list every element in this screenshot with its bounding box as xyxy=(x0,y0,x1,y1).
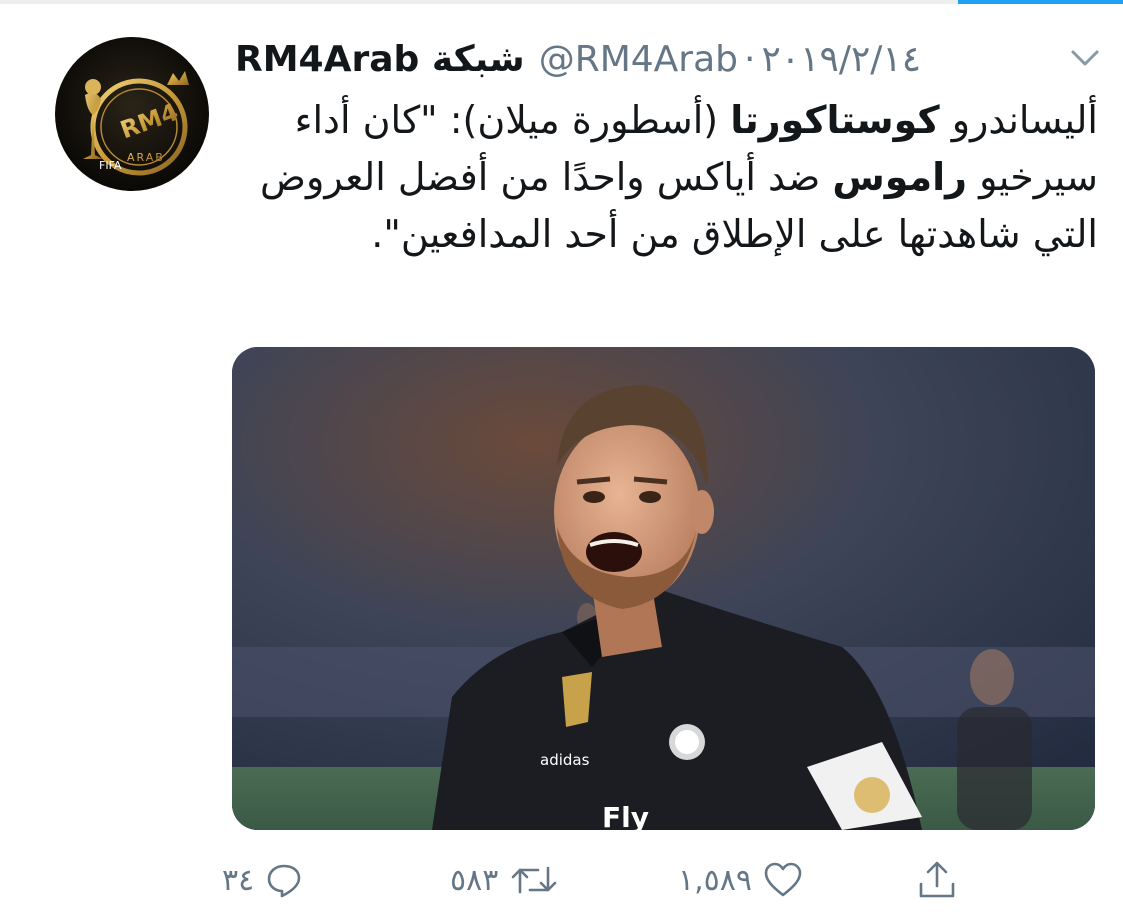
avatar-logo: FIFA RM4 ARAB xyxy=(83,71,189,176)
tweet-actions: ٣٤ ٥٨٣ ١,٥٨٩ xyxy=(0,850,1123,910)
share-button[interactable] xyxy=(915,850,959,910)
jersey-sponsor: Fly xyxy=(602,801,649,830)
mention-ramos: راموس xyxy=(832,155,968,199)
retweet-count: ٥٨٣ xyxy=(450,862,499,898)
tweet-header: شبكة RM4Arab @RM4Arab · ٢٠١٩/٢/١٤ xyxy=(235,34,921,84)
reply-button[interactable]: ٣٤ xyxy=(222,850,304,910)
heart-icon xyxy=(764,862,802,897)
reply-count: ٣٤ xyxy=(222,862,255,898)
share-icon xyxy=(919,861,955,898)
tweet-text: أليساندرو كوستاكورتا (أسطورة ميلان): "كا… xyxy=(235,92,1098,263)
tweet-date[interactable]: ٢٠١٩/٢/١٤ xyxy=(761,39,921,80)
avatar[interactable]: FIFA RM4 ARAB xyxy=(55,37,209,191)
chevron-down-icon[interactable] xyxy=(1067,44,1103,72)
brand-text: adidas xyxy=(540,751,590,769)
author-handle[interactable]: @RM4Arab xyxy=(539,39,738,80)
reply-icon xyxy=(267,864,301,898)
tweet[interactable]: FIFA RM4 ARAB شبكة RM4Arab @RM4Arab · ٢٠… xyxy=(0,0,1123,917)
player-photo: adidas Fly xyxy=(232,347,1095,830)
retweet-icon xyxy=(512,866,557,894)
author-name[interactable]: شبكة RM4Arab xyxy=(235,39,525,80)
svg-text:RM4: RM4 xyxy=(117,98,182,145)
tweet-photo[interactable]: adidas Fly xyxy=(232,347,1095,830)
retweet-button[interactable]: ٥٨٣ xyxy=(450,850,560,910)
svg-text:ARAB: ARAB xyxy=(127,151,165,164)
separator-dot: · xyxy=(744,38,756,80)
tweet-text-part: أليساندرو xyxy=(939,98,1098,142)
avatar-badge: FIFA xyxy=(99,159,122,172)
mention-costacurta: كوستاكورتا xyxy=(730,98,940,142)
like-count: ١,٥٨٩ xyxy=(678,862,752,898)
like-button[interactable]: ١,٥٨٩ xyxy=(678,850,804,910)
